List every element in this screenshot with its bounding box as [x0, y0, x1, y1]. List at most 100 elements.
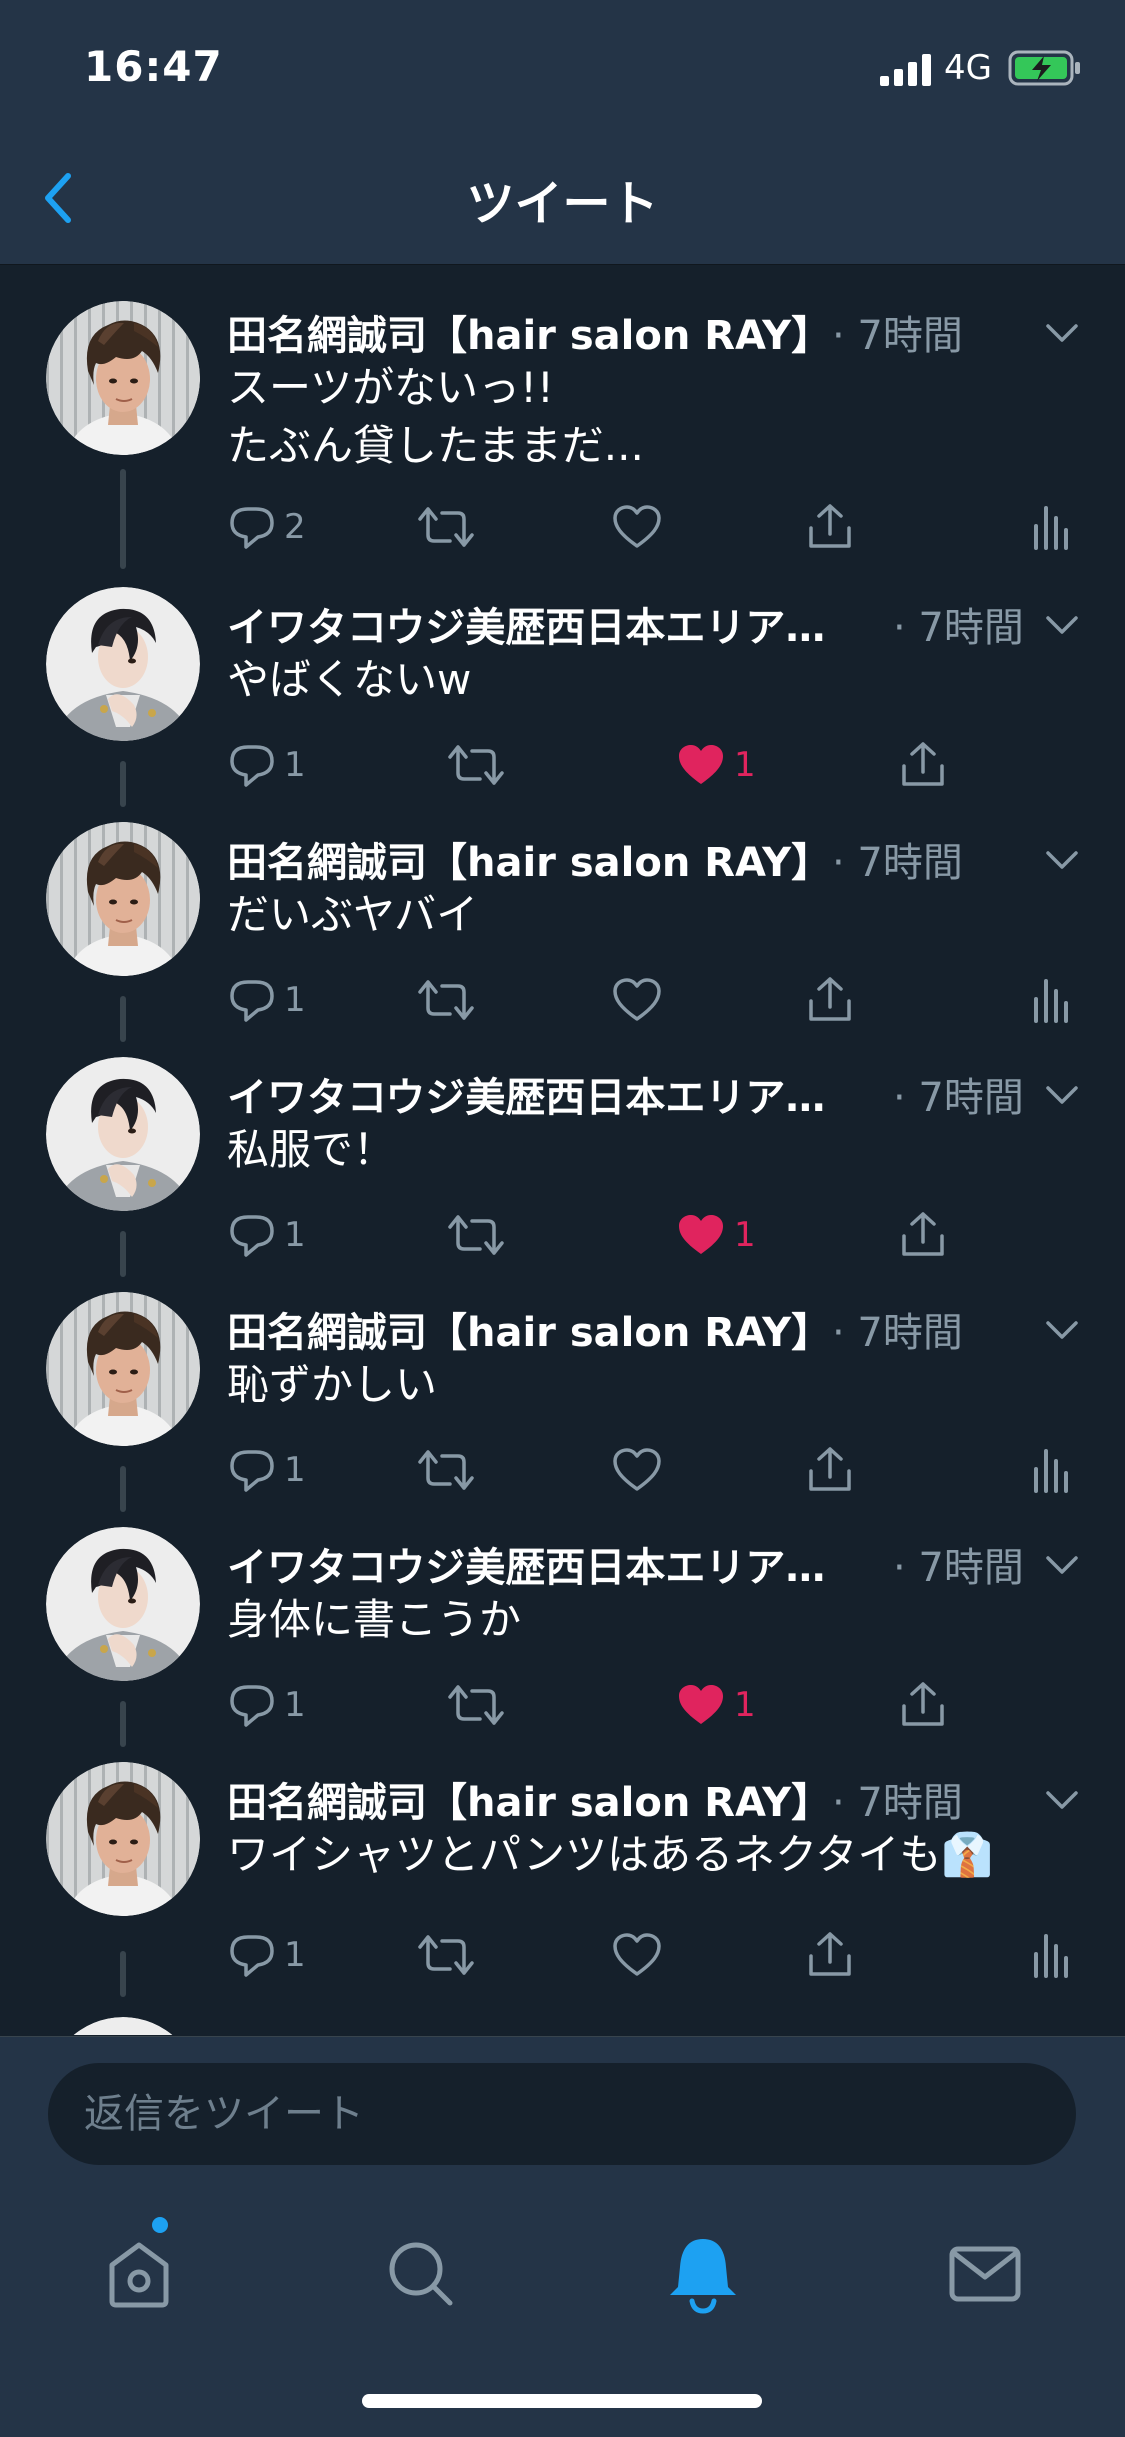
tweet-timestamp: · 7時間 — [893, 605, 1024, 651]
like-button[interactable]: 1 — [676, 1675, 756, 1735]
tweet-actions: 11 — [0, 1205, 1125, 1265]
tweet-text: 身体に書こうか — [227, 1595, 522, 1644]
tweet-author[interactable]: イワタコウジ美歴西日本エリア… — [227, 1535, 825, 1593]
avatar[interactable] — [46, 587, 200, 741]
reply-icon — [228, 1931, 276, 1979]
retweet-icon — [446, 1211, 506, 1259]
tweet[interactable]: イワタコウジ美歴西日本エリア… · 7時間 — [0, 2017, 1125, 2035]
tweet-actions: 1 — [0, 970, 1125, 1030]
analytics-icon — [1030, 502, 1070, 552]
analytics-button[interactable] — [1030, 1440, 1070, 1500]
reply-count: 2 — [284, 507, 306, 547]
tab-messages[interactable] — [940, 2229, 1030, 2319]
retweet-icon — [416, 1931, 476, 1979]
retweet-button[interactable] — [416, 1440, 476, 1500]
heart-icon — [676, 1682, 726, 1728]
reply-input[interactable] — [48, 2063, 1076, 2165]
chevron-down-icon[interactable] — [1044, 1083, 1080, 1107]
navigation-bar: 16:47 4G ツイート — [0, 0, 1125, 265]
retweet-button[interactable] — [446, 1205, 506, 1265]
heart-icon — [676, 742, 726, 788]
avatar[interactable] — [46, 2017, 200, 2035]
retweet-button[interactable] — [416, 970, 476, 1030]
tweet-author[interactable]: イワタコウジ美歴西日本エリア… — [227, 595, 825, 653]
avatar[interactable] — [46, 822, 200, 976]
like-button[interactable] — [612, 497, 662, 557]
share-icon — [805, 975, 855, 1025]
reply-button[interactable]: 1 — [228, 1675, 306, 1735]
avatar[interactable] — [46, 301, 200, 455]
retweet-button[interactable] — [416, 497, 476, 557]
tab-home[interactable] — [94, 2229, 184, 2319]
reply-count: 1 — [284, 1685, 306, 1725]
analytics-button[interactable] — [1030, 497, 1070, 557]
heart-icon — [612, 504, 662, 550]
share-icon — [898, 740, 948, 790]
tab-notifications[interactable] — [658, 2229, 748, 2319]
avatar[interactable] — [46, 1762, 200, 1916]
like-button[interactable] — [612, 970, 662, 1030]
like-button[interactable] — [612, 1925, 662, 1985]
reply-button[interactable]: 1 — [228, 735, 306, 795]
reply-icon — [228, 741, 276, 789]
reply-button[interactable]: 2 — [228, 497, 306, 557]
retweet-button[interactable] — [416, 1925, 476, 1985]
like-button[interactable] — [612, 1440, 662, 1500]
reply-icon — [228, 503, 276, 551]
like-count: 1 — [734, 1685, 756, 1725]
tweet-author[interactable]: 田名網誠司【hair salon RAY】 — [227, 830, 831, 888]
chevron-down-icon[interactable] — [1044, 1553, 1080, 1577]
analytics-button[interactable] — [1030, 970, 1070, 1030]
status-time: 16:47 — [84, 42, 223, 91]
heart-icon — [676, 1212, 726, 1258]
chevron-down-icon[interactable] — [1044, 321, 1080, 345]
reply-icon — [228, 976, 276, 1024]
chevron-down-icon[interactable] — [1044, 848, 1080, 872]
tweet-text: 恥ずかしい — [227, 1360, 438, 1409]
reply-button[interactable]: 1 — [228, 1205, 306, 1265]
heart-icon — [612, 1447, 662, 1493]
share-button[interactable] — [898, 1205, 948, 1265]
reply-icon — [228, 1681, 276, 1729]
reply-icon — [228, 1211, 276, 1259]
share-button[interactable] — [898, 1675, 948, 1735]
reply-count: 1 — [284, 1450, 306, 1490]
retweet-button[interactable] — [446, 735, 506, 795]
reply-count: 1 — [284, 1215, 306, 1255]
analytics-button[interactable] — [1030, 1925, 1070, 1985]
reply-button[interactable]: 1 — [228, 1925, 306, 1985]
chevron-down-icon[interactable] — [1044, 1318, 1080, 1342]
tweet-timestamp: · 7時間 — [832, 1310, 963, 1356]
retweet-button[interactable] — [446, 1675, 506, 1735]
avatar[interactable] — [46, 1527, 200, 1681]
battery-icon — [1008, 50, 1082, 90]
share-button[interactable] — [805, 1925, 855, 1985]
tweet-thread[interactable]: 田名網誠司【hair salon RAY】 · 7時間 スーツがないっ!! たぶん貸… — [0, 265, 1125, 2035]
like-button[interactable]: 1 — [676, 735, 756, 795]
network-type: 4G — [944, 48, 992, 88]
tweet-author[interactable]: 田名網誠司【hair salon RAY】 — [227, 1770, 831, 1828]
reply-count: 1 — [284, 980, 306, 1020]
share-button[interactable] — [805, 1440, 855, 1500]
reply-button[interactable]: 1 — [228, 1440, 306, 1500]
reply-button[interactable]: 1 — [228, 970, 306, 1030]
avatar[interactable] — [46, 1057, 200, 1211]
tweet-timestamp: · 7時間 — [893, 2025, 1024, 2035]
share-button[interactable] — [805, 970, 855, 1030]
tweet-author[interactable]: 田名網誠司【hair salon RAY】 — [227, 1300, 831, 1358]
tweet-actions: 2 — [0, 497, 1125, 557]
tweet-actions: 1 — [0, 1925, 1125, 1985]
share-button[interactable] — [898, 735, 948, 795]
tweet-timestamp: · 7時間 — [893, 1545, 1024, 1591]
tweet-author[interactable]: イワタコウジ美歴西日本エリア… — [227, 1065, 825, 1123]
tab-search[interactable] — [376, 2229, 466, 2319]
tweet-author[interactable]: イワタコウジ美歴西日本エリア… — [227, 2025, 825, 2035]
chevron-down-icon[interactable] — [1044, 613, 1080, 637]
retweet-icon — [416, 976, 476, 1024]
tweet-author[interactable]: 田名網誠司【hair salon RAY】 — [227, 303, 831, 361]
avatar[interactable] — [46, 1292, 200, 1446]
share-button[interactable] — [805, 497, 855, 557]
retweet-icon — [446, 1681, 506, 1729]
chevron-down-icon[interactable] — [1044, 1788, 1080, 1812]
like-button[interactable]: 1 — [676, 1205, 756, 1265]
